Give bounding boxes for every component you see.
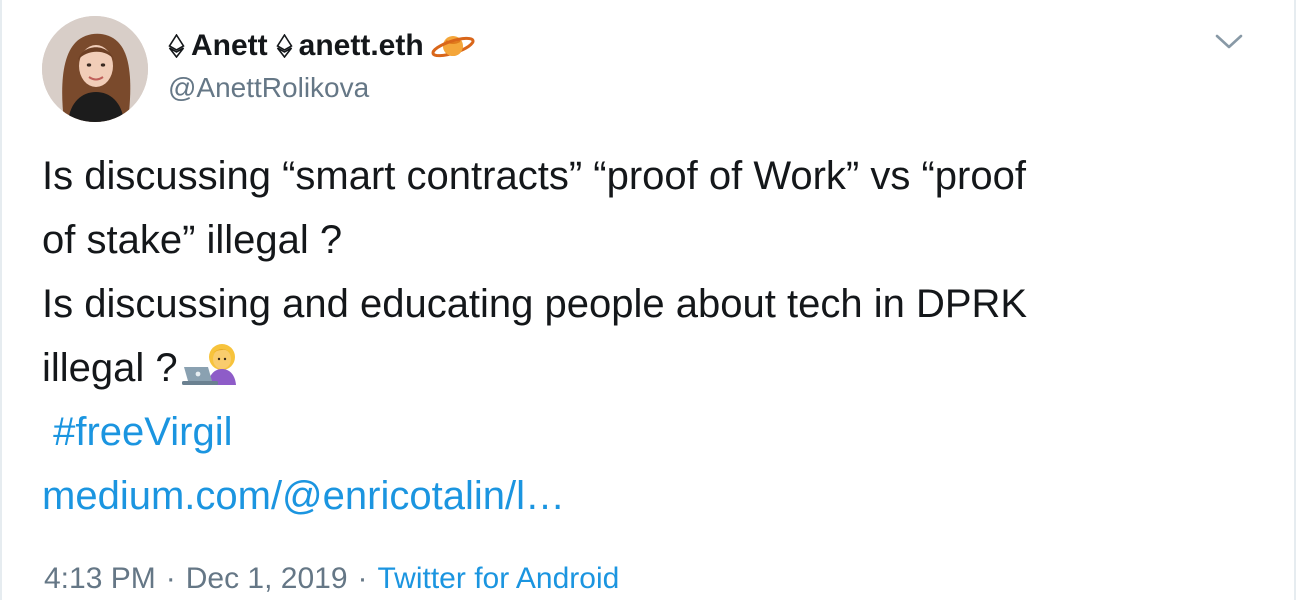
tweet-date[interactable]: Dec 1, 2019 xyxy=(186,562,348,595)
tweet-source-link[interactable]: Twitter for Android xyxy=(378,562,620,595)
ethereum-icon xyxy=(168,34,185,58)
avatar[interactable] xyxy=(42,16,148,122)
author-block: Anett anett.eth @AnettRolikova xyxy=(168,27,476,106)
meta-separator: · xyxy=(357,562,368,595)
tweet-text: Is discussing “smart contracts” “proof o… xyxy=(42,144,1272,528)
tweet-card: Anett anett.eth @AnettRolikova Is discus… xyxy=(0,0,1296,600)
tweet-metadata: 4:13 PM · Dec 1, 2019 · Twitter for Android xyxy=(44,558,619,600)
tweet-time[interactable]: 4:13 PM xyxy=(44,562,156,595)
chevron-down-icon[interactable] xyxy=(1214,32,1244,52)
url-line: medium.com/@enricotalin/l… xyxy=(42,464,1272,528)
url-link[interactable]: medium.com/@enricotalin/l… xyxy=(42,474,565,518)
display-name-part2: anett.eth xyxy=(298,29,424,62)
hashtag-link[interactable]: #freeVirgil xyxy=(53,410,232,454)
hashtag-line: #freeVirgil xyxy=(42,400,1272,464)
tweet-line-3: Is discussing and educating people about… xyxy=(42,282,1028,326)
avatar-photo xyxy=(42,16,148,122)
ethereum-icon xyxy=(276,34,293,58)
display-name[interactable]: Anett anett.eth xyxy=(168,27,476,65)
tweet-line-4: illegal ? xyxy=(42,336,1272,400)
tweet-line-1: Is discussing “smart contracts” “proof o… xyxy=(42,154,1026,198)
meta-separator: · xyxy=(165,562,176,595)
display-name-part1: Anett xyxy=(191,29,268,62)
tweet-line-4-text: illegal ? xyxy=(42,346,178,390)
tweet-line-2: of stake” illegal ? xyxy=(42,218,343,262)
user-handle[interactable]: @AnettRolikova xyxy=(168,70,476,106)
ringed-planet-icon xyxy=(431,36,475,58)
woman-technologist-emoji xyxy=(181,344,236,385)
